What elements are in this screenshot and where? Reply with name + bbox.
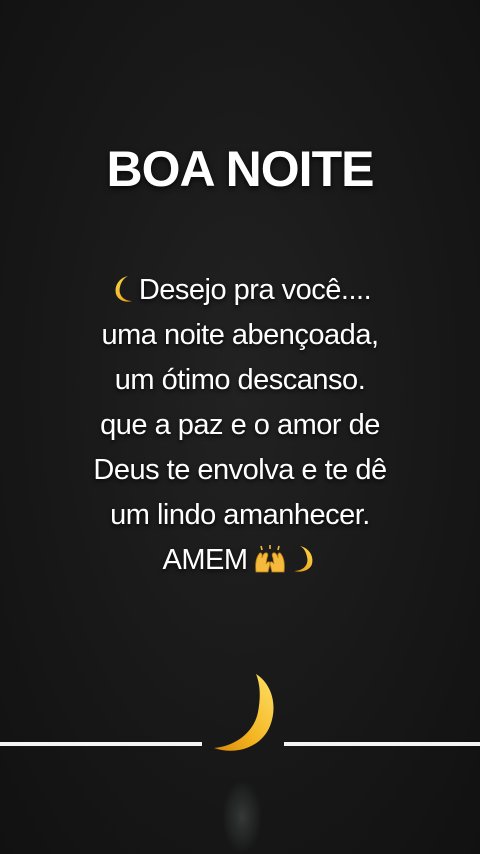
divider-right [284, 742, 480, 746]
crescent-moon-icon [293, 546, 312, 572]
greeting-card: BOA NOITE Desejo pra você.... uma noite … [0, 0, 480, 854]
message-line-7-text: AMEM [162, 544, 249, 576]
message-line-4: que a paz e o amor de [100, 409, 380, 441]
crescent-moon-icon [214, 674, 274, 751]
crescent-moon-icon [115, 276, 132, 302]
light-glow [222, 780, 262, 854]
message: Desejo pra você.... uma noite abençoada,… [0, 268, 480, 583]
message-line-2: uma noite abençoada, [101, 319, 380, 351]
message-line-6: um lindo amanhecer. [110, 499, 370, 531]
message-line-1: Desejo pra você.... [0, 268, 480, 313]
raising-hands-icon [254, 545, 285, 573]
message-line-3: um ótimo descanso. [114, 364, 366, 396]
message-line-5: Deus te envolva e te dê [93, 454, 387, 486]
message-line-1-text: Desejo pra você.... [138, 274, 372, 306]
title: BOA NOITE [106, 141, 375, 197]
message-line-7: AMEM [0, 538, 480, 583]
divider-left [0, 742, 202, 746]
